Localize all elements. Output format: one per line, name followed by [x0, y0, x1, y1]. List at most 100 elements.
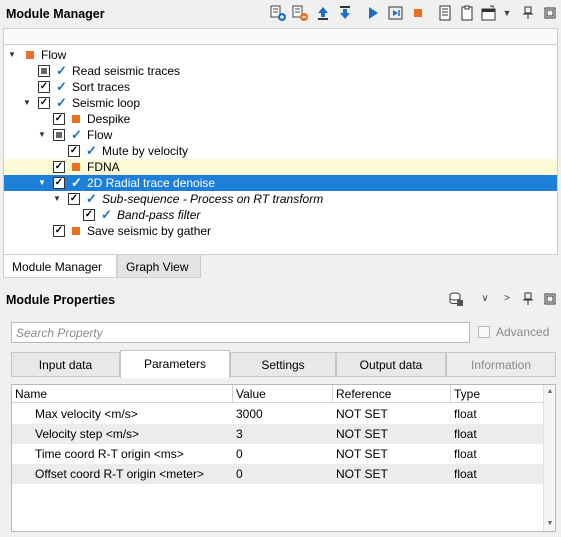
module-status-square-icon	[26, 51, 34, 59]
remove-module-icon[interactable]	[292, 5, 308, 21]
column-separator[interactable]	[332, 385, 333, 403]
module-checkbox[interactable]: ✓	[68, 193, 80, 205]
tree-item[interactable]: ✓ ✓ Sort traces	[4, 79, 557, 95]
run-step-icon[interactable]	[388, 5, 404, 21]
list-icon[interactable]	[437, 5, 453, 21]
column-header-reference[interactable]: Reference	[336, 387, 391, 401]
param-name: Offset coord R-T origin <meter>	[35, 467, 204, 481]
float-icon[interactable]	[542, 5, 558, 21]
tree-item[interactable]: ✓ Read seismic traces	[4, 63, 557, 79]
flow-tree[interactable]: ▼ Flow ✓ Read seismic traces ✓ ✓ Sort traces ▼ ✓…	[3, 45, 558, 255]
tree-item-label: Mute by velocity	[102, 144, 189, 158]
tree-item-label: Flow	[87, 128, 113, 142]
param-reference: NOT SET	[336, 407, 388, 421]
module-status-square-icon	[72, 115, 80, 123]
tab-graph-view[interactable]: Graph View	[117, 255, 201, 278]
scroll-up-icon[interactable]: ▲	[545, 387, 555, 397]
module-checkbox[interactable]: ✓	[38, 97, 50, 109]
table-row[interactable]: Velocity step <m/s> 3 NOT SET float	[12, 424, 544, 444]
table-row[interactable]: Offset coord R-T origin <meter> 0 NOT SET f…	[12, 464, 544, 484]
tab-parameters[interactable]: Parameters	[120, 350, 230, 378]
stop-icon[interactable]	[410, 5, 426, 21]
tab-output-data[interactable]: Output data	[336, 352, 446, 377]
module-manager-header: Module Manager ▼	[0, 0, 561, 28]
module-status-check-icon: ✓	[101, 207, 112, 222]
tree-item-label: Band-pass filter	[117, 208, 201, 222]
param-value[interactable]: 0	[236, 447, 243, 461]
tab-output-data-label: Output data	[359, 358, 423, 372]
module-checkbox[interactable]	[38, 65, 50, 77]
table-row[interactable]: Time coord R-T origin <ms> 0 NOT SET float	[12, 444, 544, 464]
tree-item[interactable]: ▼ ✓ ✓ Sub-sequence - Process on RT transfor…	[4, 191, 557, 207]
tab-module-manager[interactable]: Module Manager	[3, 255, 117, 278]
chevron-down-icon[interactable]: ▼	[499, 5, 515, 21]
column-separator[interactable]	[450, 385, 451, 403]
tree-item[interactable]: ▼ ✓ ✓ Seismic loop	[4, 95, 557, 111]
param-value[interactable]: 3	[236, 427, 243, 441]
module-checkbox[interactable]: ✓	[83, 209, 95, 221]
tree-item[interactable]: ✓ Despike	[4, 111, 557, 127]
parameters-grid: Name Value Reference Type Max velocity <…	[11, 384, 556, 532]
param-name: Time coord R-T origin <ms>	[35, 447, 184, 461]
tab-input-data[interactable]: Input data	[11, 352, 120, 377]
float-icon[interactable]	[542, 291, 558, 307]
table-row[interactable]: Max velocity <m/s> 3000 NOT SET float	[12, 404, 544, 424]
tree-item[interactable]: ✓ ✓ Mute by velocity	[4, 143, 557, 159]
module-status-check-icon: ✓	[56, 63, 67, 78]
tree-item[interactable]: ✓ Save seismic by gather	[4, 223, 557, 239]
module-checkbox[interactable]: ✓	[68, 145, 80, 157]
move-down-icon[interactable]	[337, 5, 353, 21]
tab-settings[interactable]: Settings	[230, 352, 336, 377]
run-icon[interactable]	[365, 5, 381, 21]
tab-graph-view-label: Graph View	[126, 260, 189, 274]
expand-arrow-icon[interactable]: ▼	[37, 178, 47, 188]
database-icon[interactable]	[448, 291, 464, 307]
param-value[interactable]: 0	[236, 467, 243, 481]
tree-item-label: Sub-sequence - Process on RT transform	[102, 192, 324, 206]
dropdown-toolbar-icon[interactable]	[481, 5, 497, 21]
expand-arrow-icon[interactable]: ▼	[22, 98, 32, 108]
add-module-icon[interactable]	[270, 5, 286, 21]
tab-settings-label: Settings	[261, 358, 305, 372]
module-checkbox[interactable]: ✓	[53, 161, 65, 173]
expand-arrow-icon[interactable]: ▼	[7, 50, 17, 60]
module-status-check-icon: ✓	[71, 175, 82, 190]
clipboard-icon[interactable]	[459, 5, 475, 21]
chevron-right-icon[interactable]: >	[499, 291, 515, 307]
param-type: float	[454, 427, 477, 441]
expand-arrow-icon[interactable]: ▼	[37, 130, 47, 140]
tree-item[interactable]: ▼ ✓ ✓ 2D Radial trace denoise	[4, 175, 557, 191]
tree-item[interactable]: ✓ ✓ Band-pass filter	[4, 207, 557, 223]
scroll-down-icon[interactable]: ▼	[545, 519, 555, 529]
advanced-checkbox[interactable]	[478, 326, 490, 338]
module-checkbox[interactable]: ✓	[38, 81, 50, 93]
vertical-scrollbar[interactable]: ▲ ▼	[543, 385, 555, 531]
tree-item[interactable]: ▼ Flow	[4, 47, 557, 63]
param-type: float	[454, 407, 477, 421]
module-status-check-icon: ✓	[86, 191, 97, 206]
move-up-icon[interactable]	[315, 5, 331, 21]
param-value[interactable]: 3000	[236, 407, 263, 421]
expand-arrow-icon[interactable]: ▼	[52, 194, 62, 204]
param-reference: NOT SET	[336, 427, 388, 441]
module-checkbox[interactable]: ✓	[53, 177, 65, 189]
tree-item[interactable]: ▼ ✓ Flow	[4, 127, 557, 143]
column-separator[interactable]	[232, 385, 233, 403]
pin-icon[interactable]	[520, 5, 536, 21]
param-reference: NOT SET	[336, 447, 388, 461]
tree-item[interactable]: ✓ FDNA	[4, 159, 557, 175]
module-checkbox[interactable]: ✓	[53, 113, 65, 125]
tab-input-data-label: Input data	[38, 358, 93, 372]
tab-information-label: Information	[470, 358, 532, 372]
pin-icon[interactable]	[520, 291, 536, 307]
module-checkbox[interactable]	[53, 129, 65, 141]
tree-item-label: Despike	[87, 112, 131, 126]
search-property-input[interactable]: Search Property	[11, 322, 470, 343]
column-header-value[interactable]: Value	[236, 387, 266, 401]
param-reference: NOT SET	[336, 467, 388, 481]
module-properties-title: Module Properties	[6, 293, 116, 307]
module-checkbox[interactable]: ✓	[53, 225, 65, 237]
column-header-type[interactable]: Type	[454, 387, 480, 401]
chevron-down-icon[interactable]: ∨	[477, 291, 493, 307]
column-header-name[interactable]: Name	[15, 387, 47, 401]
